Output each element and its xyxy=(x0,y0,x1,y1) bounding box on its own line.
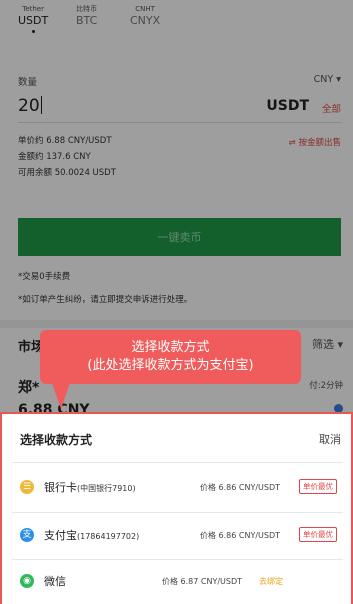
annotation-callout: 选择收款方式 (此处选择收款方式为支付宝) xyxy=(40,330,301,384)
divider xyxy=(12,462,343,463)
sheet-title: 选择收款方式 xyxy=(20,433,93,447)
payment-method-sheet: 选择收款方式 取消 ☰ 银行卡(中国银行7910) 价格 6.86 CNY/US… xyxy=(0,412,353,604)
best-price-badge: 单价最优 xyxy=(299,479,337,494)
callout-arrow-icon xyxy=(52,383,70,409)
callout-line-2: (此处选择收款方式为支付宝) xyxy=(87,358,254,373)
bank-card-icon: ☰ xyxy=(20,480,34,494)
method-label: 银行卡 xyxy=(44,481,77,494)
callout-line-1: 选择收款方式 xyxy=(131,340,210,355)
payment-name: 支付宝(17864197702) xyxy=(44,527,139,543)
best-price-badge: 单价最优 xyxy=(299,527,337,542)
payment-name: 银行卡(中国银行7910) xyxy=(44,479,136,495)
bind-link[interactable]: 去绑定 xyxy=(259,576,283,587)
method-price: 价格 6.87 CNY/USDT xyxy=(162,577,243,586)
method-price: 价格 6.86 CNY/USDT xyxy=(200,531,281,540)
method-detail: (17864197702) xyxy=(77,532,140,541)
method-label: 支付宝 xyxy=(44,529,77,542)
payment-option-bank[interactable]: ☰ 银行卡(中国银行7910) 价格 6.86 CNY/USDT 单价最优 xyxy=(2,475,351,505)
method-price: 价格 6.86 CNY/USDT xyxy=(200,483,281,492)
payment-option-wechat[interactable]: ◉ 微信 价格 6.87 CNY/USDT 去绑定 xyxy=(2,569,351,599)
divider xyxy=(12,512,343,513)
divider xyxy=(12,559,343,560)
cancel-button[interactable]: 取消 xyxy=(319,431,341,447)
payment-option-alipay[interactable]: 支 支付宝(17864197702) 价格 6.86 CNY/USDT 单价最优 xyxy=(2,523,351,553)
method-label: 微信 xyxy=(44,575,66,588)
method-detail: (中国银行7910) xyxy=(77,484,136,493)
payment-name: 微信 xyxy=(44,573,66,589)
alipay-icon: 支 xyxy=(20,528,34,542)
wechat-icon: ◉ xyxy=(20,574,34,588)
